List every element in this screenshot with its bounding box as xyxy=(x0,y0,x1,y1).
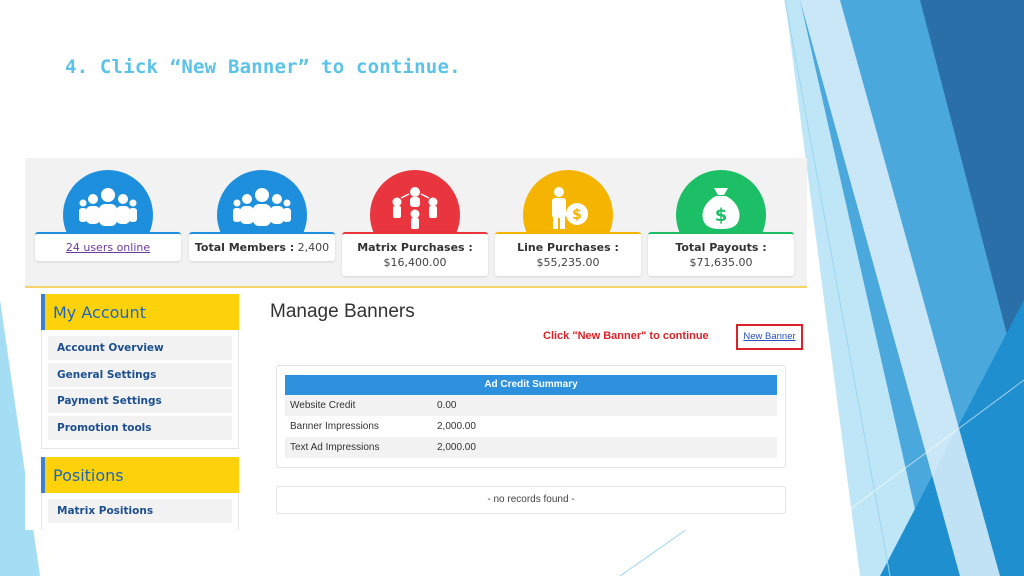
sidebar-heading-my-account: My Account xyxy=(41,294,239,330)
stats-bar: 24 users online Total Members : 2,400 Ma… xyxy=(25,158,807,288)
new-banner-button[interactable]: New Banner xyxy=(736,324,803,350)
stat-label: Total Payouts : xyxy=(675,241,767,254)
no-records-message: - no records found - xyxy=(276,486,786,514)
sidebar-item-promotion-tools[interactable]: Promotion tools xyxy=(48,415,232,440)
page-title: Manage Banners xyxy=(270,301,415,322)
sidebar-heading-positions: Positions xyxy=(41,457,239,493)
table-row: Website Credit 0.00 xyxy=(285,395,777,416)
sidebar-item-general-settings[interactable]: General Settings xyxy=(48,362,232,387)
stat-matrix-purchases: Matrix Purchases : $16,400.00 xyxy=(342,158,488,288)
positions-menu: Matrix Positions xyxy=(41,493,239,530)
sidebar-item-account-overview[interactable]: Account Overview xyxy=(48,336,232,360)
row-value: 2,000.00 xyxy=(437,421,476,432)
summary-header: Ad Credit Summary xyxy=(285,375,777,395)
stat-value: $55,235.00 xyxy=(536,256,600,269)
stat-label: Total Members : xyxy=(194,241,295,254)
svg-text:$: $ xyxy=(572,207,582,223)
stat-card: 24 users online xyxy=(35,232,181,261)
stat-value: 2,400 xyxy=(297,241,330,254)
stat-label: Line Purchases : xyxy=(517,241,619,254)
stat-card: Total Payouts : $71,635.00 xyxy=(648,232,794,276)
instruction-hint: Click "New Banner" to continue xyxy=(543,330,709,342)
row-label: Text Ad Impressions xyxy=(290,442,380,453)
stat-card: Matrix Purchases : $16,400.00 xyxy=(342,232,488,276)
stat-card: Total Members : 2,400 xyxy=(189,232,335,261)
screenshot-panel: 24 users online Total Members : 2,400 Ma… xyxy=(25,158,807,530)
slide-title: 4. Click “New Banner” to continue. xyxy=(65,56,461,78)
ad-credit-summary: Ad Credit Summary Website Credit 0.00 Ba… xyxy=(276,365,786,468)
stat-users-online: 24 users online xyxy=(35,158,181,288)
row-value: 2,000.00 xyxy=(437,442,476,453)
row-label: Website Credit xyxy=(290,400,356,411)
account-menu: Account Overview General Settings Paymen… xyxy=(41,330,239,449)
stat-value: $71,635.00 xyxy=(689,256,753,269)
table-row: Banner Impressions 2,000.00 xyxy=(285,416,777,437)
row-label: Banner Impressions xyxy=(290,421,379,432)
stat-value: $16,400.00 xyxy=(383,256,447,269)
stat-total-payouts: $ Total Payouts : $71,635.00 xyxy=(648,158,794,288)
users-online-link[interactable]: 24 users online xyxy=(66,241,150,254)
sidebar-item-matrix-positions[interactable]: Matrix Positions xyxy=(48,499,232,523)
sidebar-item-payment-settings[interactable]: Payment Settings xyxy=(48,389,232,413)
stat-total-members: Total Members : 2,400 xyxy=(189,158,335,288)
stat-line-purchases: $ Line Purchases : $55,235.00 xyxy=(495,158,641,288)
stat-card: Line Purchases : $55,235.00 xyxy=(495,232,641,276)
table-row: Text Ad Impressions 2,000.00 xyxy=(285,437,777,458)
row-value: 0.00 xyxy=(437,400,457,411)
sidebar: My Account Account Overview General Sett… xyxy=(41,294,239,530)
svg-text:$: $ xyxy=(715,205,728,226)
stat-label: Matrix Purchases : xyxy=(357,241,473,254)
